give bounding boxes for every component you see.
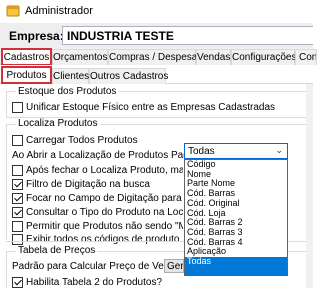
consultar-label: Consultar o Tipo do Produto na Localiza <box>26 207 183 218</box>
tab-produtos[interactable]: Produtos <box>1 66 52 84</box>
tab-clientes[interactable]: Clientes <box>52 68 89 84</box>
dropdown-option-todas[interactable]: Todas <box>185 256 287 275</box>
tab-configuracoes[interactable]: Configurações <box>231 49 296 65</box>
padrao-row: Padrão para Calcular Preço de Venda: <box>12 260 183 273</box>
ao-abrir-row: Ao Abrir a Localização de Produtos Padrã… <box>12 149 209 162</box>
tab-orcamentos[interactable]: Orçamentos <box>52 49 108 65</box>
ao-abrir-label: Ao Abrir a Localização de Produtos Padrã… <box>12 150 209 161</box>
padrao-select-value: Geral <box>167 261 184 272</box>
tab-cadastros[interactable]: Cadastros <box>1 48 52 66</box>
focar-checkbox-row[interactable]: Focar no Campo de Digitação para localiz… <box>12 192 183 205</box>
window-title: Administrador <box>25 5 93 17</box>
group-border <box>6 124 7 240</box>
permitir-checkbox[interactable] <box>12 221 23 232</box>
permitir-label: Permitir que Produtos não sendo "Matéria <box>26 221 183 232</box>
unificar-label: Unificar Estoque Físico entre as Empresa… <box>26 102 275 113</box>
permitir-checkbox-row[interactable]: Permitir que Produtos não sendo "Matéria <box>12 220 183 233</box>
vertical-scrollbar[interactable] <box>306 84 313 288</box>
tab-compras-despesas[interactable]: Compras / Despesas <box>108 49 202 65</box>
company-label: Empresa: <box>9 29 64 43</box>
apos-fechar-checkbox[interactable] <box>12 165 23 176</box>
tab-cons[interactable]: Cons <box>295 49 317 65</box>
sub-tab-bar: Produtos Clientes Outros Cadastros <box>0 65 313 84</box>
title-bar: Administrador <box>0 0 313 23</box>
group-border <box>6 251 7 288</box>
app-icon <box>6 5 20 17</box>
focar-checkbox[interactable] <box>12 193 23 204</box>
tab-vendas[interactable]: Vendas <box>196 49 231 65</box>
company-field[interactable]: INDUSTRIA TESTE <box>62 26 313 45</box>
unificar-checkbox[interactable] <box>12 102 23 113</box>
apos-fechar-checkbox-row[interactable]: Após fechar o Localiza Produto, manter o <box>12 164 183 177</box>
main-tab-bar: Cadastros Orçamentos Compras / Despesas … <box>0 48 317 66</box>
select-value: Todas <box>188 146 215 157</box>
localizacao-padrao-select[interactable]: Todas ⌄ <box>184 143 288 159</box>
company-bar: Empresa: INDUSTRIA TESTE <box>0 23 313 48</box>
group-title-precos: Tabela de Preços <box>16 245 98 256</box>
chevron-down-icon[interactable]: ⌄ <box>275 145 283 156</box>
dropdown-list: Código Nome Parte Nome Cód. Barras Cód. … <box>184 159 288 276</box>
filtro-checkbox-row[interactable]: Filtro de Digitação na busca <box>12 178 183 191</box>
consultar-checkbox[interactable] <box>12 207 23 218</box>
carregar-label: Carregar Todos Produtos <box>26 135 138 146</box>
filtro-label: Filtro de Digitação na busca <box>26 179 150 190</box>
carregar-checkbox-row[interactable]: Carregar Todos Produtos <box>12 134 138 147</box>
apos-fechar-label: Após fechar o Localiza Produto, manter o <box>26 165 183 176</box>
group-border <box>6 91 7 118</box>
group-title-localiza: Localiza Produtos <box>16 118 100 129</box>
group-title-estoque: Estoque dos Produtos <box>16 86 119 97</box>
padrao-label: Padrão para Calcular Preço de Venda: <box>12 261 184 272</box>
padrao-select[interactable]: Geral <box>164 259 184 273</box>
consultar-checkbox-row[interactable]: Consultar o Tipo do Produto na Localiza <box>12 206 183 219</box>
filtro-checkbox[interactable] <box>12 179 23 190</box>
habilita-checkbox-row[interactable]: Habilita Tabela 2 do Produtos? <box>12 276 162 289</box>
carregar-checkbox[interactable] <box>12 135 23 146</box>
habilita-label: Habilita Tabela 2 do Produtos? <box>26 277 163 288</box>
unificar-checkbox-row[interactable]: Unificar Estoque Físico entre as Empresa… <box>12 101 275 114</box>
tab-outros-cadastros[interactable]: Outros Cadastros <box>89 68 168 84</box>
focar-label: Focar no Campo de Digitação para localiz… <box>26 193 183 204</box>
exibir-label: Exibir todos os códigos de produto <box>26 234 180 245</box>
habilita-checkbox[interactable] <box>12 277 23 288</box>
exibir-checkbox[interactable] <box>12 234 23 245</box>
